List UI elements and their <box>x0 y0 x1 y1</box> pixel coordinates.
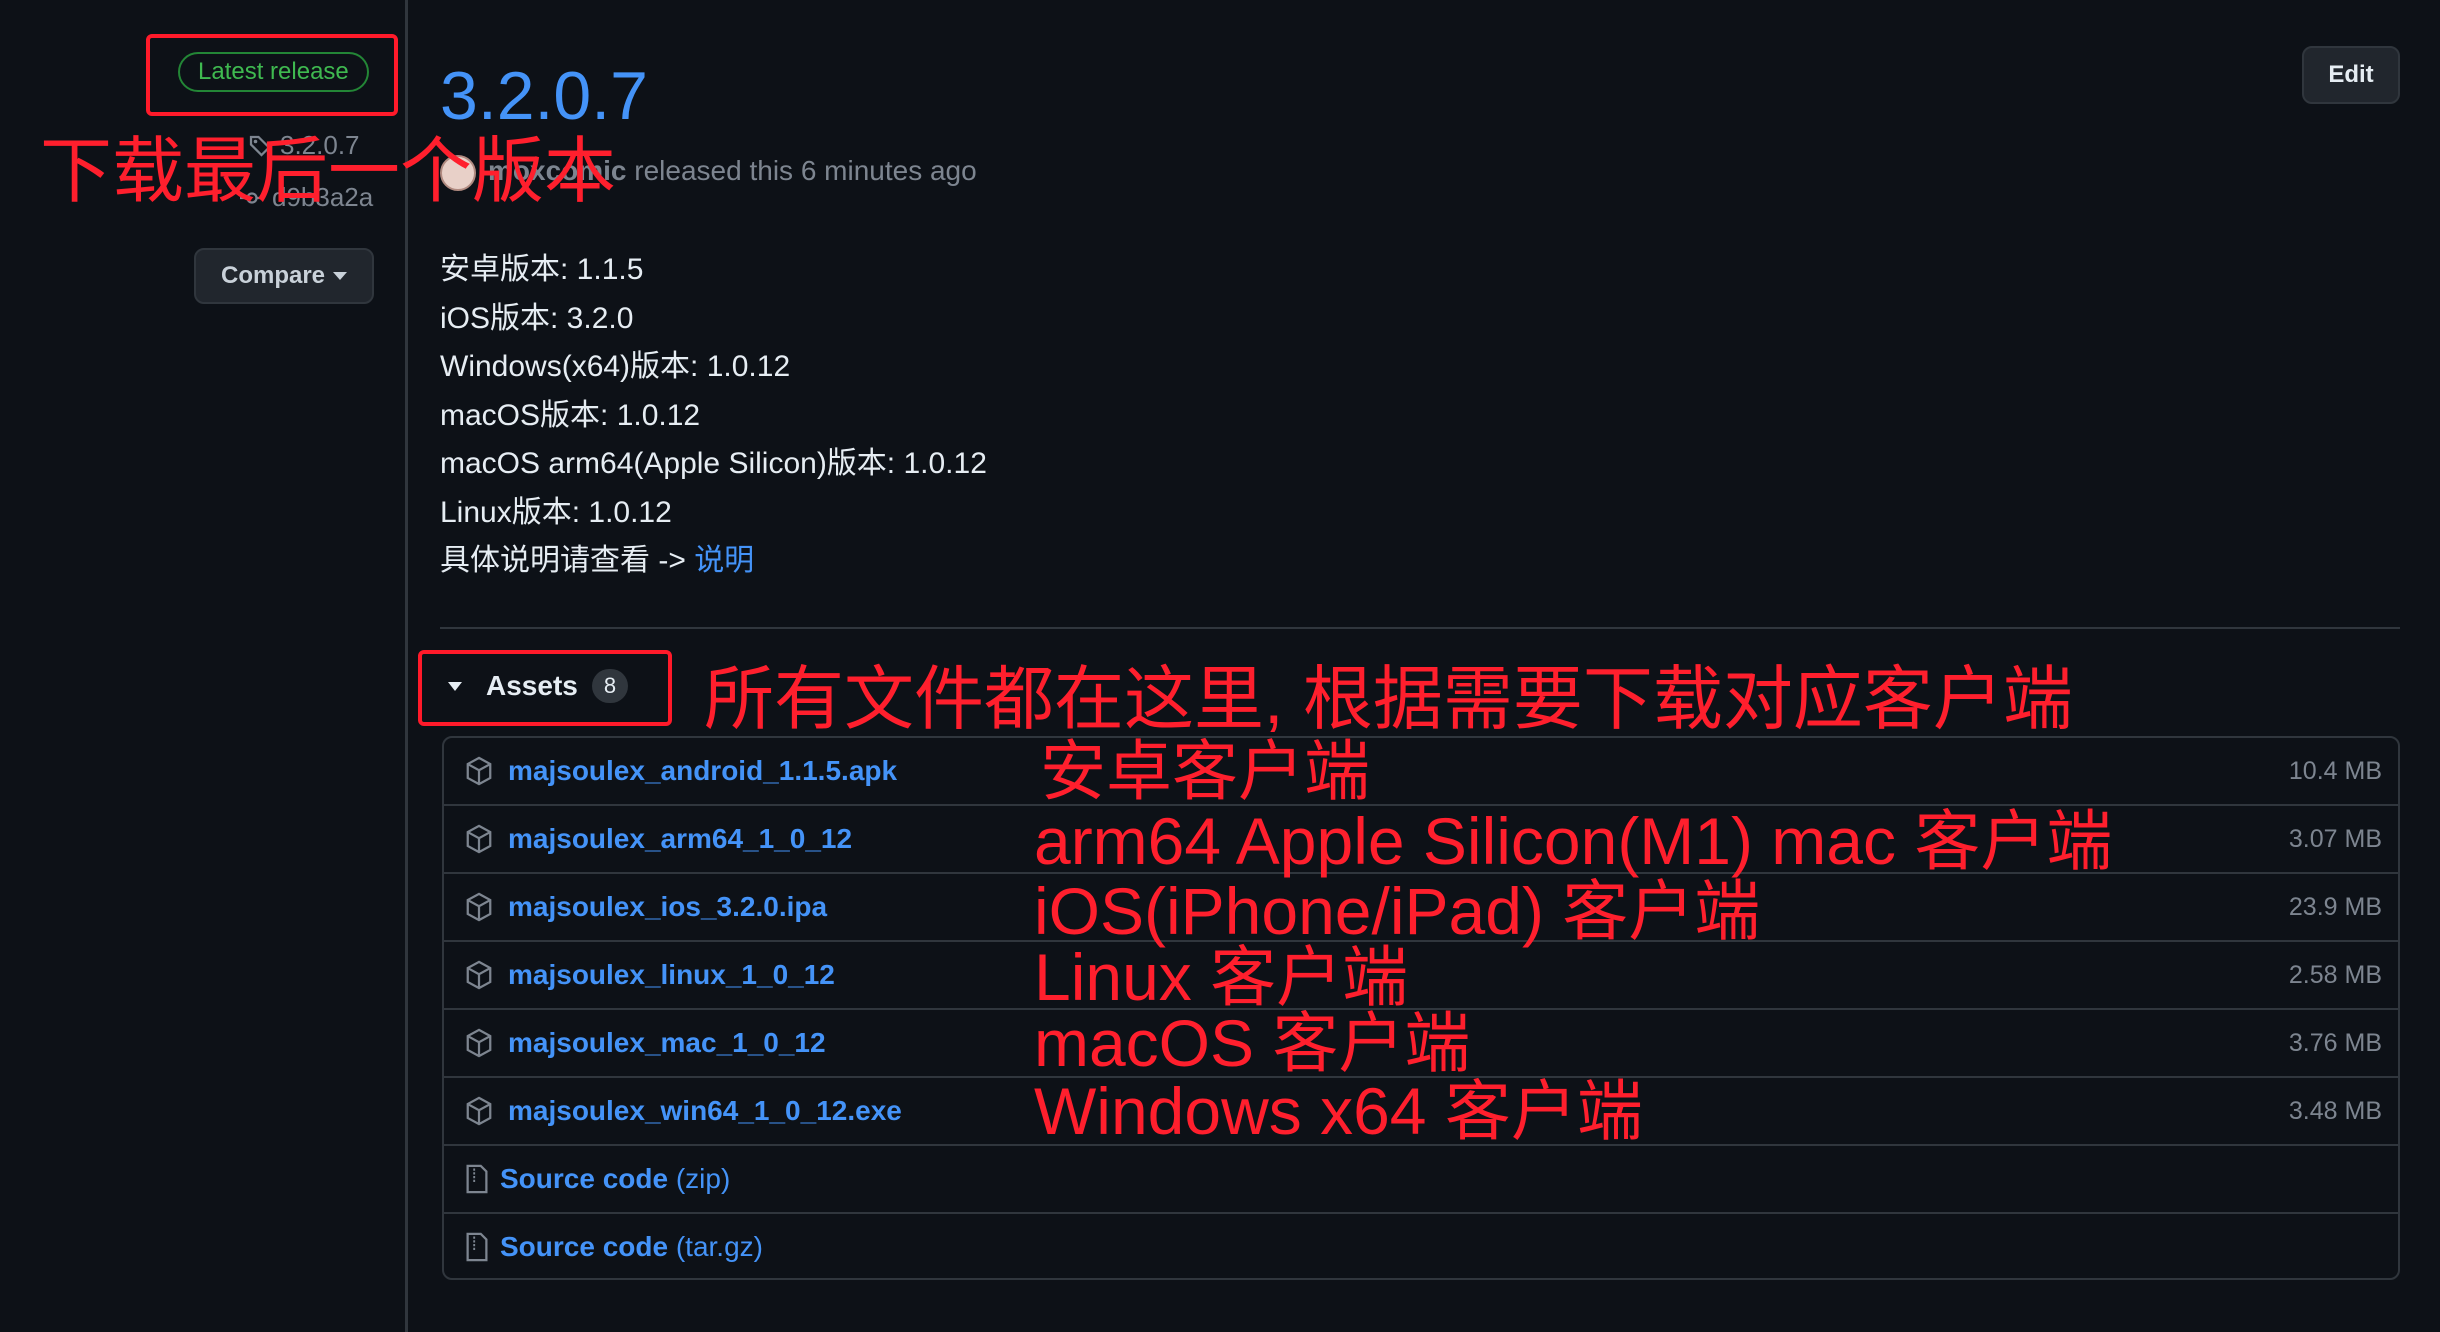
annotation-android: 安卓客户端 <box>1040 734 1370 808</box>
source-label: Source code <box>500 1163 669 1194</box>
annotation-assets-note: 所有文件都在这里, 根据需要下载对应客户端 <box>704 660 2073 738</box>
package-icon <box>466 960 492 990</box>
note-line: Windows(x64)版本: 1.0.12 <box>440 350 791 383</box>
asset-link[interactable]: majsoulex_mac_1_0_12 <box>508 1027 826 1059</box>
note-line: macOS版本: 1.0.12 <box>440 398 701 432</box>
package-icon <box>466 1096 492 1126</box>
asset-link[interactable]: majsoulex_ios_3.2.0.ipa <box>508 891 827 923</box>
annotation-box-latest <box>146 34 398 116</box>
note-prefix: 具体说明请查看 -> <box>440 544 695 577</box>
file-zip-icon <box>466 1232 488 1262</box>
compare-label: Compare <box>220 262 326 289</box>
source-link[interactable]: Source code (tar.gz) <box>500 1231 763 1263</box>
annotation-linux: Linux 客户端 <box>1034 940 1409 1014</box>
release-title[interactable]: 3.2.0.7 <box>440 56 648 136</box>
source-format: (zip) <box>675 1163 731 1194</box>
note-line: iOS版本: 3.2.0 <box>440 301 634 335</box>
package-icon <box>466 1028 492 1058</box>
release-notes: 安卓版本: 1.1.5 iOS版本: 3.2.0 Windows(x64)版本:… <box>440 246 987 586</box>
source-format: (tar.gz) <box>675 1231 763 1262</box>
annotation-mac: macOS 客户端 <box>1034 1006 1471 1080</box>
source-row: Source code (zip) <box>444 1144 2398 1212</box>
annotation-windows: Windows x64 客户端 <box>1034 1074 1643 1148</box>
asset-link[interactable]: majsoulex_win64_1_0_12.exe <box>508 1095 902 1127</box>
annotation-latest-note: 下载最后一个版本 <box>40 132 617 212</box>
source-link[interactable]: Source code (zip) <box>500 1163 730 1195</box>
compare-button[interactable]: Compare <box>194 248 374 304</box>
asset-size: 23.9 MB <box>2288 892 2382 921</box>
asset-row: majsoulex_android_1.1.5.apk 10.4 MB <box>444 738 2398 804</box>
annotation-arm64: arm64 Apple Silicon(M1) mac 客户端 <box>1034 804 2113 878</box>
asset-size: 10.4 MB <box>2288 756 2382 785</box>
edit-button[interactable]: Edit <box>2302 46 2400 104</box>
package-icon <box>466 892 492 922</box>
package-icon <box>466 824 492 854</box>
asset-size: 3.07 MB <box>2288 824 2382 853</box>
annotation-box-assets <box>418 650 672 726</box>
note-line: macOS arm64(Apple Silicon)版本: 1.0.12 <box>440 447 987 480</box>
source-row: Source code (tar.gz) <box>444 1212 2398 1278</box>
asset-size: 2.58 MB <box>2288 960 2382 989</box>
chevron-down-icon <box>333 272 348 280</box>
asset-link[interactable]: majsoulex_arm64_1_0_12 <box>508 823 852 855</box>
note-line: 安卓版本: 1.1.5 <box>440 253 644 286</box>
section-divider <box>440 627 2400 629</box>
source-label: Source code <box>500 1231 669 1262</box>
note-line-last: 具体说明请查看 -> 说明 <box>440 537 987 586</box>
asset-row: majsoulex_linux_1_0_12 2.58 MB <box>444 940 2398 1008</box>
asset-link[interactable]: majsoulex_linux_1_0_12 <box>508 959 835 991</box>
package-icon <box>466 756 492 786</box>
asset-size: 3.76 MB <box>2288 1028 2382 1057</box>
annotation-ios: iOS(iPhone/iPad) 客户端 <box>1034 874 1761 948</box>
asset-link[interactable]: majsoulex_android_1.1.5.apk <box>508 755 897 787</box>
notes-doc-link[interactable]: 说明 <box>694 544 754 577</box>
note-line: Linux版本: 1.0.12 <box>440 495 672 529</box>
released-text: released this 6 minutes ago <box>626 155 977 186</box>
asset-size: 3.48 MB <box>2288 1096 2382 1125</box>
file-zip-icon <box>466 1164 488 1194</box>
